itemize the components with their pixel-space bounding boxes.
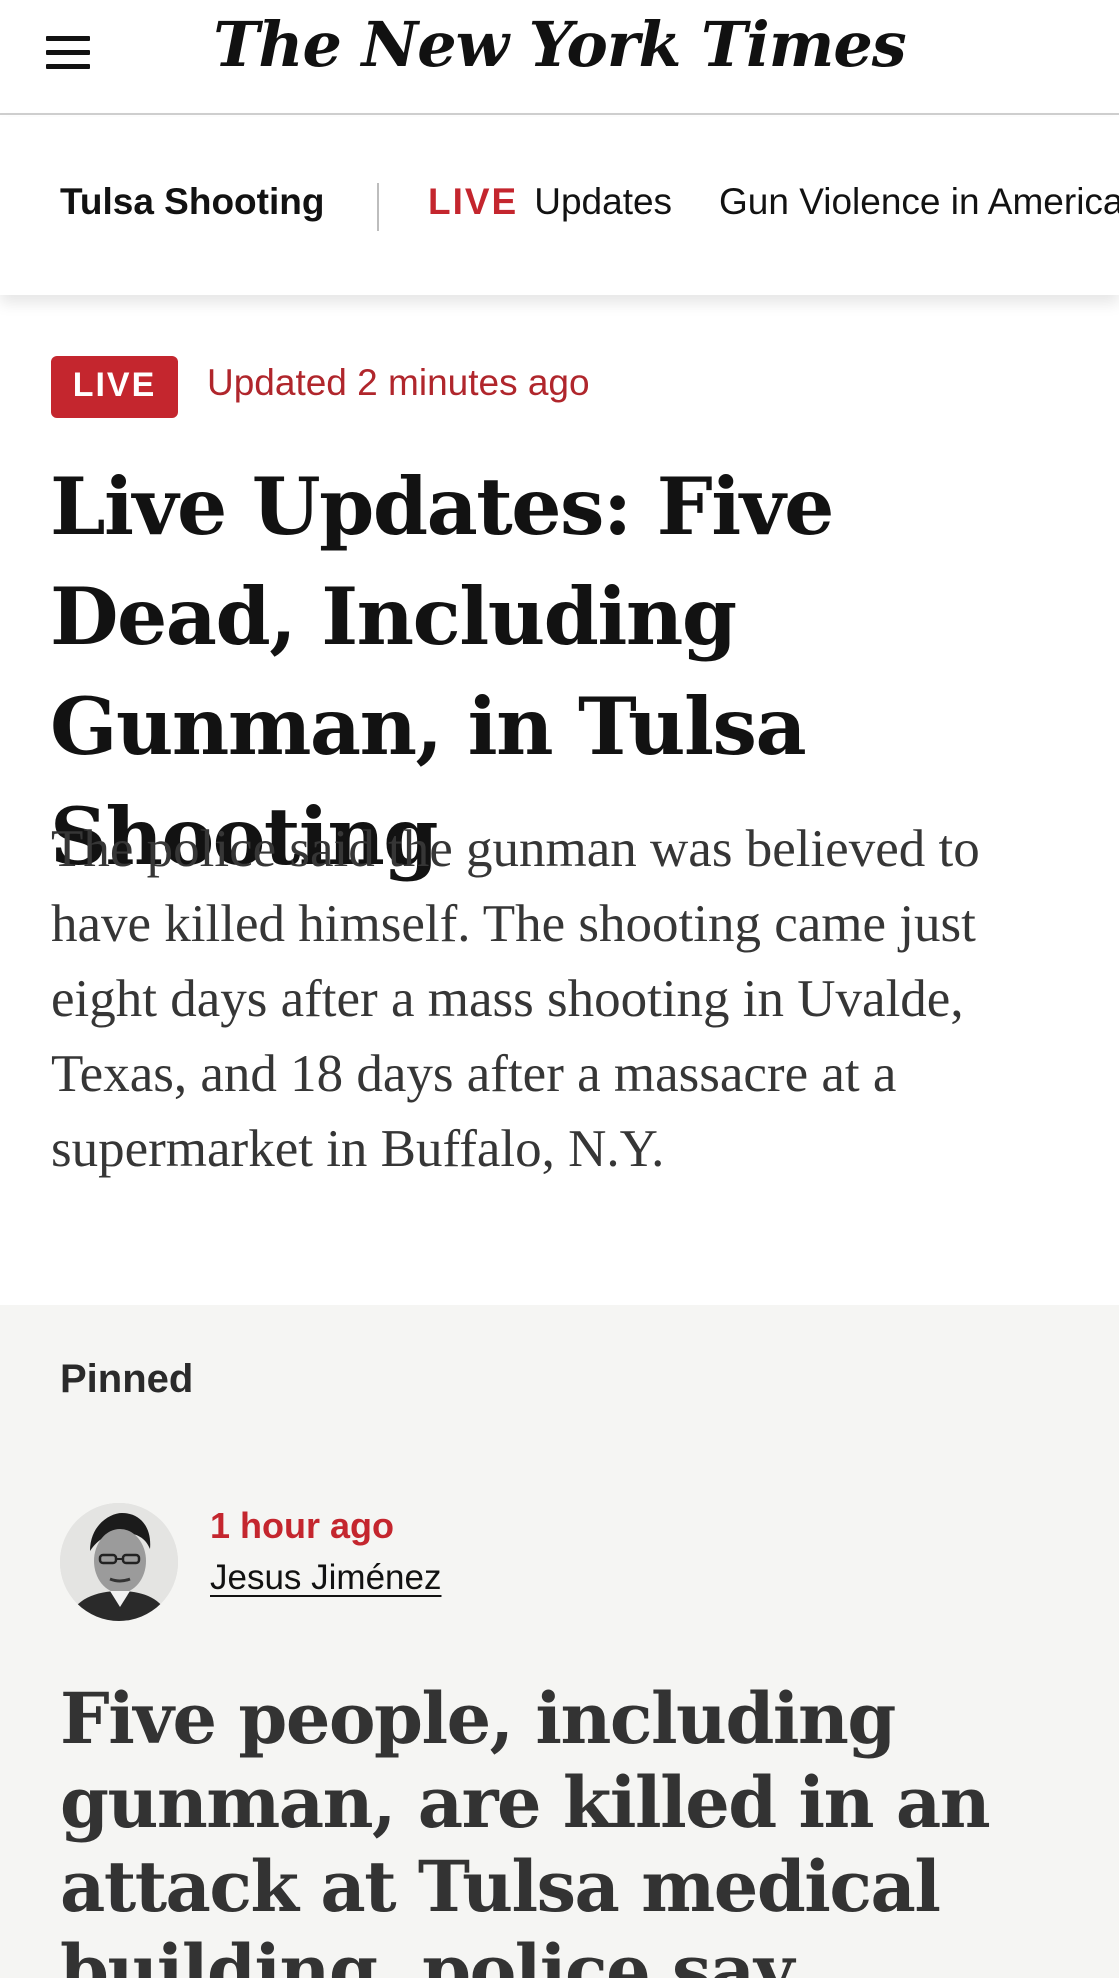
- section-nav: Tulsa Shooting LIVE Updates Gun Violence …: [0, 117, 1119, 295]
- nav-item-gun-violence[interactable]: Gun Violence in America: [719, 181, 1119, 223]
- pinned-section: Pinned 1 hour ago Jesus Jiménez Five peo…: [0, 1305, 1119, 1978]
- author-link[interactable]: Jesus Jiménez: [210, 1558, 441, 1598]
- article-summary: The police said the gunman was believed …: [51, 820, 980, 1178]
- author-avatar[interactable]: [60, 1503, 178, 1621]
- pinned-post-headline[interactable]: Five people, including gunman, are kille…: [60, 1677, 1100, 1978]
- nav-item-tulsa-shooting[interactable]: Tulsa Shooting: [60, 181, 324, 223]
- nyt-logo[interactable]: The New York Times: [0, 8, 1119, 81]
- nav-divider: [377, 183, 379, 231]
- live-badge: LIVE: [51, 356, 178, 418]
- nav-item-live-updates[interactable]: LIVE Updates: [428, 181, 672, 223]
- avatar-portrait-icon: [60, 1503, 178, 1621]
- masthead: The New York Times: [0, 0, 1119, 115]
- nav-live-label: LIVE: [428, 181, 519, 222]
- nav-updates-label: Updates: [534, 181, 673, 222]
- updated-timestamp: Updated 2 minutes ago: [207, 362, 590, 403]
- pinned-time-ago: 1 hour ago: [210, 1505, 395, 1546]
- pinned-label: Pinned: [60, 1357, 194, 1401]
